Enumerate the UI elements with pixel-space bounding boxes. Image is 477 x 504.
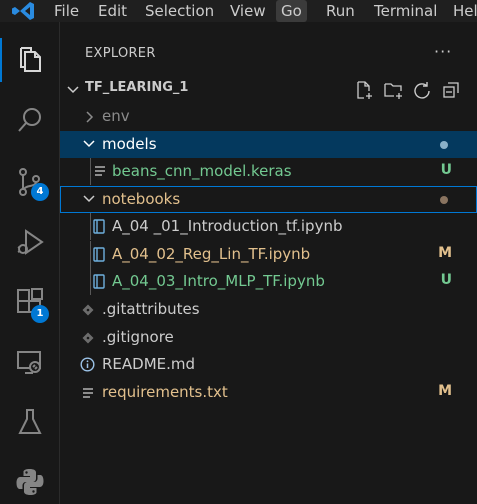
source-control-activity-button[interactable]: 4 (0, 154, 60, 210)
search-activity-button[interactable] (0, 92, 60, 148)
activity-bar: 4 1 (0, 22, 60, 504)
workspace-folder-header[interactable]: TF_LEARING_1 (60, 76, 477, 103)
chevron-down-icon (67, 86, 79, 94)
file-lines-icon (83, 388, 93, 398)
chevron-down-icon (83, 195, 95, 203)
menu-edit[interactable]: Edit (93, 0, 132, 22)
indent-guide (90, 213, 91, 240)
remote-explorer-activity-button[interactable] (0, 335, 60, 391)
more-actions-icon[interactable]: ··· (434, 42, 452, 61)
tree-item-models[interactable]: models (60, 131, 477, 158)
remote-explorer-icon (17, 351, 41, 374)
tree-item-label: models (102, 135, 157, 153)
menu-file[interactable]: File (49, 0, 84, 22)
explorer-title: EXPLORER (85, 46, 156, 61)
new-folder-icon[interactable] (383, 80, 403, 100)
menu-terminal[interactable]: Terminal (369, 0, 442, 22)
tree-item-label: A_04 _01_Introduction_tf.ipynb (112, 217, 343, 235)
git-status-untracked: U (440, 162, 452, 178)
notebook-icon (93, 247, 105, 262)
tree-item-beans-cnn-model[interactable]: beans_cnn_model.keras U (60, 158, 477, 185)
tree-item-label: .gitignore (102, 328, 174, 346)
menu-selection[interactable]: Selection (140, 0, 219, 22)
tree-item-env[interactable]: env (60, 103, 477, 130)
menu-bar: File Edit Selection View Go Run Terminal… (0, 0, 477, 22)
tree-item-label: README.md (102, 355, 196, 373)
tree-item-gitattributes[interactable]: .gitattributes (60, 296, 477, 323)
tree-item-label: requirements.txt (102, 383, 228, 401)
vscode-logo-icon[interactable] (8, 0, 38, 22)
modified-dot-icon (440, 141, 448, 149)
python-icon (16, 469, 44, 495)
file-lines-icon (95, 166, 105, 176)
menu-help[interactable]: Hel (448, 0, 477, 22)
run-debug-icon (17, 229, 44, 255)
menu-go[interactable]: Go (276, 0, 307, 22)
git-status-modified: M (438, 383, 452, 399)
search-icon (18, 108, 41, 132)
new-file-icon[interactable] (354, 80, 374, 100)
python-activity-button[interactable] (0, 454, 60, 504)
run-debug-activity-button[interactable] (0, 214, 60, 270)
collapse-all-icon[interactable] (441, 80, 461, 100)
git-diamond-icon (82, 304, 94, 316)
git-status-untracked: U (440, 272, 452, 288)
indent-guide (90, 241, 91, 268)
git-status-modified: M (438, 245, 452, 261)
explorer-activity-button[interactable] (0, 32, 60, 88)
tree-item-notebook-intro-mlp[interactable]: A_04_03_Intro_MLP_TF.ipynb U (60, 268, 477, 295)
notebook-icon (93, 219, 105, 234)
tree-item-label: A_04_03_Intro_MLP_TF.ipynb (112, 272, 325, 290)
tree-item-label: env (102, 107, 130, 125)
tree-item-label: beans_cnn_model.keras (112, 162, 292, 180)
tree-item-notebook-intro-tf[interactable]: A_04 _01_Introduction_tf.ipynb (60, 213, 477, 240)
indent-guide (90, 268, 91, 295)
beaker-icon (18, 409, 42, 434)
tree-item-label: A_04_02_Reg_Lin_TF.ipynb (112, 245, 311, 263)
tree-item-notebook-reg-lin[interactable]: A_04_02_Reg_Lin_TF.ipynb M (60, 241, 477, 268)
extensions-activity-button[interactable]: 1 (0, 274, 60, 330)
tree-item-requirements[interactable]: requirements.txt M (60, 379, 477, 406)
info-icon (80, 357, 95, 372)
chevron-right-icon (86, 111, 94, 123)
tree-item-label: .gitattributes (102, 300, 200, 318)
workspace-folder-name: TF_LEARING_1 (85, 80, 189, 95)
source-control-badge: 4 (31, 183, 49, 201)
testing-activity-button[interactable] (0, 394, 60, 450)
notebook-icon (93, 274, 105, 289)
tree-item-readme[interactable]: README.md (60, 351, 477, 378)
refresh-icon[interactable] (412, 80, 432, 100)
indent-guide (90, 158, 91, 185)
explorer-sidebar: EXPLORER ··· TF_LEARING_1 env models bea… (60, 22, 477, 504)
tree-item-label: notebooks (102, 190, 181, 208)
git-diamond-icon (82, 332, 94, 344)
files-icon (20, 47, 41, 72)
chevron-down-icon (83, 140, 95, 148)
menu-view[interactable]: View (225, 0, 271, 22)
tree-item-notebooks[interactable]: notebooks (60, 186, 477, 213)
menu-run[interactable]: Run (321, 0, 360, 22)
tree-item-gitignore[interactable]: .gitignore (60, 324, 477, 351)
extensions-badge: 1 (31, 305, 49, 323)
modified-dot-icon (440, 196, 448, 204)
